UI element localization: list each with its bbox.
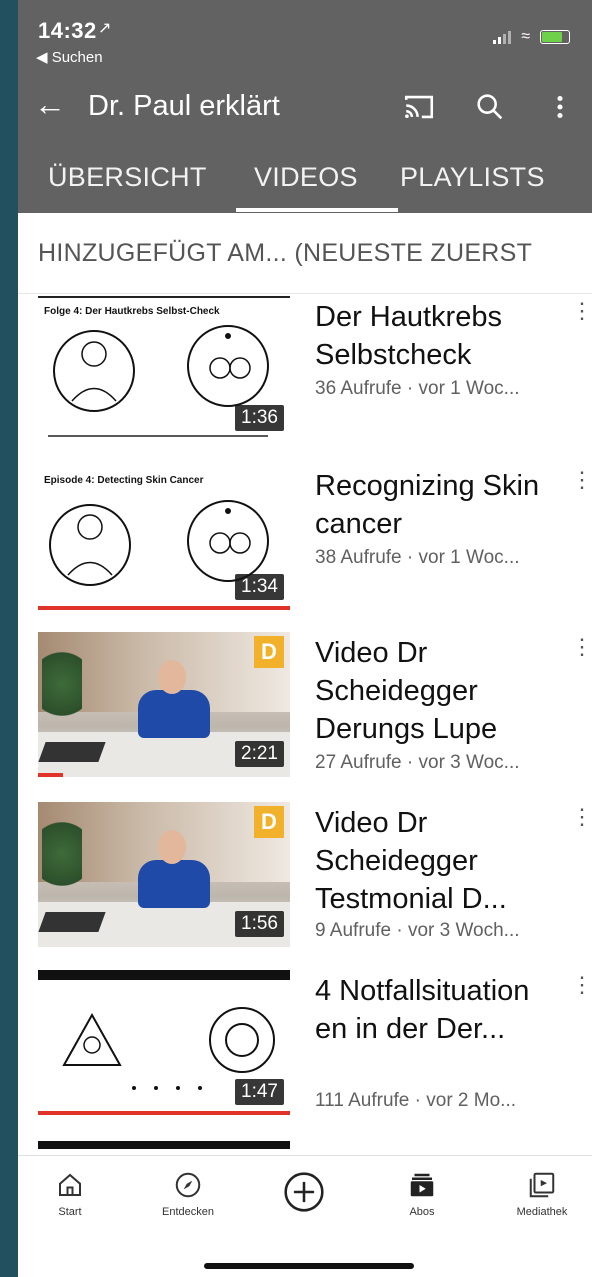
signal-icon bbox=[493, 30, 512, 44]
channel-tabs: ÜBERSICHT VIDEOS PLAYLISTS bbox=[18, 148, 592, 213]
video-duration: 2:21 bbox=[235, 741, 284, 767]
wifi-icon: ≈ bbox=[521, 28, 530, 45]
video-thumbnail[interactable]: Episode 4: Detecting Skin Cancer 1:34 bbox=[38, 465, 290, 610]
toolbar: ← Dr. Paul erklärt bbox=[18, 80, 592, 138]
sort-dropdown[interactable]: HINZUGEFÜGT AM... (NEUESTE ZUERST bbox=[18, 213, 592, 294]
compass-icon bbox=[175, 1172, 201, 1198]
nav-abos[interactable]: Abos bbox=[372, 1170, 472, 1218]
video-item[interactable]: 1:47 4 Notfallsituation en in der Der...… bbox=[18, 970, 592, 1140]
video-thumbnail[interactable]: 1:47 bbox=[38, 970, 290, 1115]
video-duration: 1:36 bbox=[235, 405, 284, 431]
video-title[interactable]: Recognizing Skin cancer bbox=[315, 467, 555, 543]
video-more-icon[interactable]: ⋮ bbox=[571, 806, 592, 828]
video-thumbnail[interactable]: D 2:21 bbox=[38, 632, 290, 777]
video-duration: 1:34 bbox=[235, 574, 284, 600]
video-meta: 9 Aufrufe · vor 3 Woch... bbox=[315, 920, 520, 941]
video-meta: 111 Aufrufe · vor 2 Mo... bbox=[315, 1090, 517, 1111]
video-more-icon[interactable]: ⋮ bbox=[571, 469, 592, 491]
video-meta: 38 Aufrufe · vor 1 Woc... bbox=[315, 547, 520, 568]
video-title[interactable]: 4 Notfallsituation en in der Der... bbox=[315, 972, 555, 1048]
video-thumbnail[interactable]: D 1:56 bbox=[38, 802, 290, 947]
next-video-thumbnail-peek bbox=[38, 1141, 290, 1149]
subscriptions-icon bbox=[410, 1173, 434, 1197]
channel-badge: D bbox=[254, 636, 284, 668]
create-plus-icon bbox=[284, 1172, 324, 1212]
status-icons: ≈ bbox=[493, 28, 570, 45]
channel-badge: D bbox=[254, 806, 284, 838]
video-duration: 1:47 bbox=[235, 1079, 284, 1105]
phone-screen: 14:32 ↗ ◀ Suchen ≈ ← Dr. Paul erklärt ÜB… bbox=[18, 0, 592, 1277]
selected-tab-indicator bbox=[236, 208, 398, 212]
video-item[interactable]: Folge 4: Der Hautkrebs Selbst-Check 1:36… bbox=[18, 296, 592, 466]
home-icon bbox=[59, 1173, 81, 1196]
left-edge-strip bbox=[0, 0, 18, 1277]
video-title[interactable]: Video Dr Scheidegger Derungs Lupe bbox=[315, 634, 555, 748]
video-item[interactable]: D 2:21 Video Dr Scheidegger Derungs Lupe… bbox=[18, 632, 592, 802]
video-title[interactable]: Video Dr Scheidegger Testmonial D... bbox=[315, 804, 555, 918]
channel-title: Dr. Paul erklärt bbox=[88, 90, 280, 122]
app-header: 14:32 ↗ ◀ Suchen ≈ ← Dr. Paul erklärt ÜB… bbox=[18, 0, 592, 213]
cast-icon[interactable] bbox=[402, 90, 436, 124]
bottom-navigation: Start Entdecken Abos Mediathek bbox=[18, 1155, 592, 1277]
video-item[interactable]: Episode 4: Detecting Skin Cancer 1:34 Re… bbox=[18, 465, 592, 635]
nav-label: Abos bbox=[409, 1206, 435, 1218]
video-item[interactable]: D 1:56 Video Dr Scheidegger Testmonial D… bbox=[18, 802, 592, 972]
home-indicator[interactable] bbox=[204, 1263, 414, 1269]
tab-uebersicht[interactable]: ÜBERSICHT bbox=[48, 162, 207, 193]
watch-progress-bar bbox=[38, 773, 63, 777]
status-time: 14:32 bbox=[38, 18, 97, 43]
nav-mediathek[interactable]: Mediathek bbox=[492, 1170, 592, 1218]
more-vertical-icon[interactable] bbox=[543, 90, 577, 124]
video-meta: 36 Aufrufe · vor 1 Woc... bbox=[315, 378, 520, 399]
tab-playlists[interactable]: PLAYLISTS bbox=[400, 162, 545, 193]
library-icon bbox=[529, 1172, 555, 1198]
nav-entdecken[interactable]: Entdecken bbox=[138, 1170, 238, 1218]
watch-progress-bar bbox=[38, 1111, 290, 1115]
back-arrow-icon[interactable]: ← bbox=[34, 88, 66, 120]
video-meta: 27 Aufrufe · vor 3 Woc... bbox=[315, 752, 520, 773]
nav-label: Entdecken bbox=[162, 1206, 214, 1218]
nav-create[interactable] bbox=[254, 1170, 354, 1214]
nav-label: Mediathek bbox=[516, 1206, 568, 1218]
sort-label: HINZUGEFÜGT AM... (NEUESTE ZUERST bbox=[38, 239, 533, 267]
video-duration: 1:56 bbox=[235, 911, 284, 937]
back-to-search-link[interactable]: ◀ Suchen bbox=[36, 48, 103, 66]
search-icon[interactable] bbox=[473, 90, 507, 124]
video-more-icon[interactable]: ⋮ bbox=[571, 974, 592, 996]
video-more-icon[interactable]: ⋮ bbox=[571, 636, 592, 658]
nav-label: Start bbox=[58, 1206, 82, 1218]
video-thumbnail[interactable]: Folge 4: Der Hautkrebs Selbst-Check 1:36 bbox=[38, 296, 290, 441]
battery-icon bbox=[540, 30, 570, 44]
nav-start[interactable]: Start bbox=[20, 1170, 120, 1218]
location-arrow-icon: ↗ bbox=[98, 20, 112, 37]
video-more-icon[interactable]: ⋮ bbox=[571, 300, 592, 322]
watch-progress-bar bbox=[38, 606, 290, 610]
tab-videos[interactable]: VIDEOS bbox=[254, 162, 358, 193]
video-title[interactable]: Der Hautkrebs Selbstcheck bbox=[315, 298, 555, 374]
